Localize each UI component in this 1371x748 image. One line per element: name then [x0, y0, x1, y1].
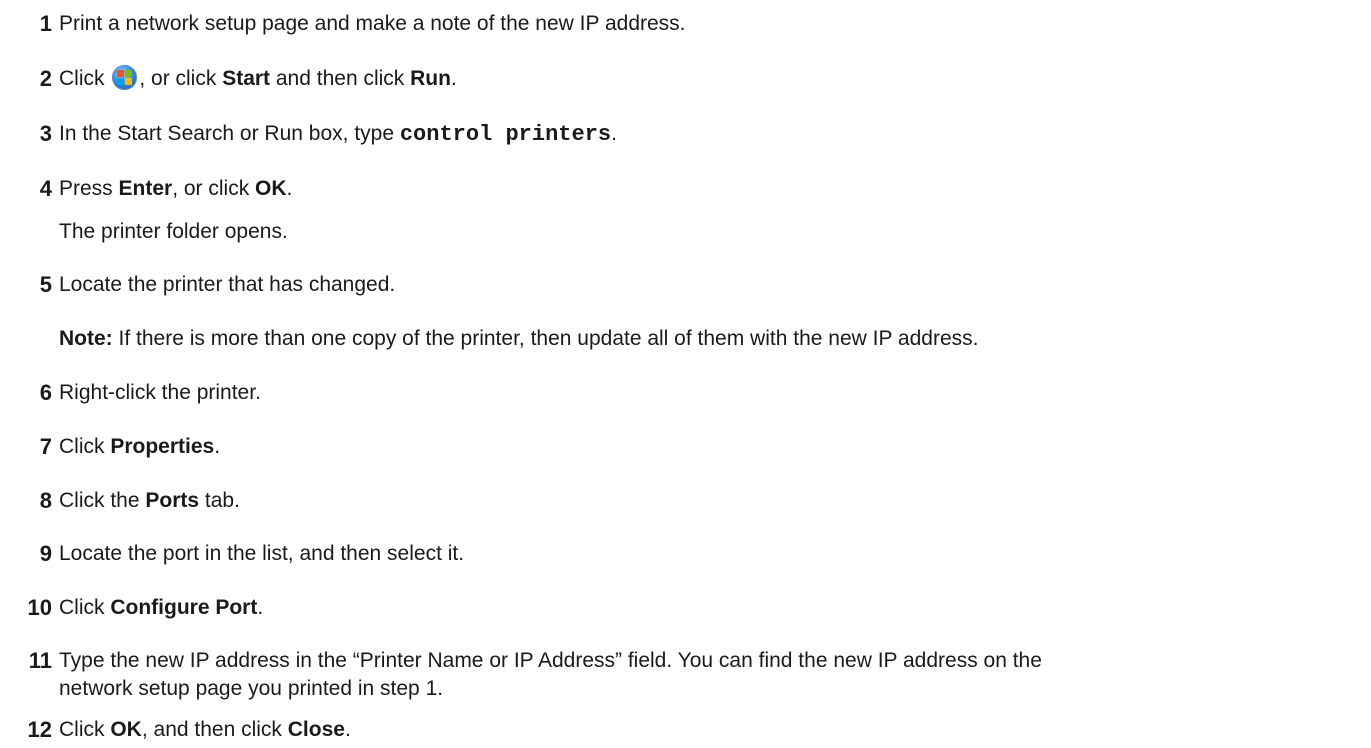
step-number: 11 — [28, 648, 52, 673]
step-text: In the Start Search or Run box, type con… — [59, 122, 617, 147]
windows-start-orb-icon — [112, 65, 138, 90]
step-5-note: Note: If there is more than one copy of … — [59, 327, 979, 350]
step-number: 7 — [39, 434, 52, 459]
step-text: Click Configure Port. — [59, 596, 264, 619]
step-text: Locate the printer that has changed. — [59, 273, 396, 296]
step-text: Click OK, and then click Close. — [59, 718, 351, 741]
step-text: Right-click the printer. — [59, 381, 261, 404]
step-4-result: The printer folder opens. — [59, 220, 288, 243]
step-text: Click , or click Start and then click Ru… — [59, 65, 457, 90]
step-number: 9 — [39, 541, 52, 566]
command-text: control printers — [399, 122, 612, 147]
step-number: 8 — [39, 488, 52, 513]
note-label: Note: — [59, 327, 113, 350]
step-number: 10 — [27, 595, 52, 620]
step-number: 12 — [27, 717, 52, 742]
step-number: 6 — [39, 380, 52, 405]
instruction-document: 1 Print a network setup page and make a … — [0, 0, 1371, 748]
step-number: 5 — [39, 272, 52, 297]
step-number: 4 — [39, 176, 52, 201]
step-11-continuation: network setup page you printed in step 1… — [59, 677, 444, 700]
step-number: 2 — [39, 66, 52, 91]
step-text: Press Enter, or click OK. — [59, 177, 293, 200]
step-number: 1 — [39, 11, 52, 36]
step-text: Locate the port in the list, and then se… — [59, 542, 465, 565]
step-number: 3 — [39, 121, 52, 146]
step-text: Print a network setup page and make a no… — [59, 12, 686, 35]
step-text: Click Properties. — [59, 435, 221, 458]
step-text: Click the Ports tab. — [59, 489, 240, 512]
step-text: Type the new IP address in the “Printer … — [59, 649, 1042, 672]
